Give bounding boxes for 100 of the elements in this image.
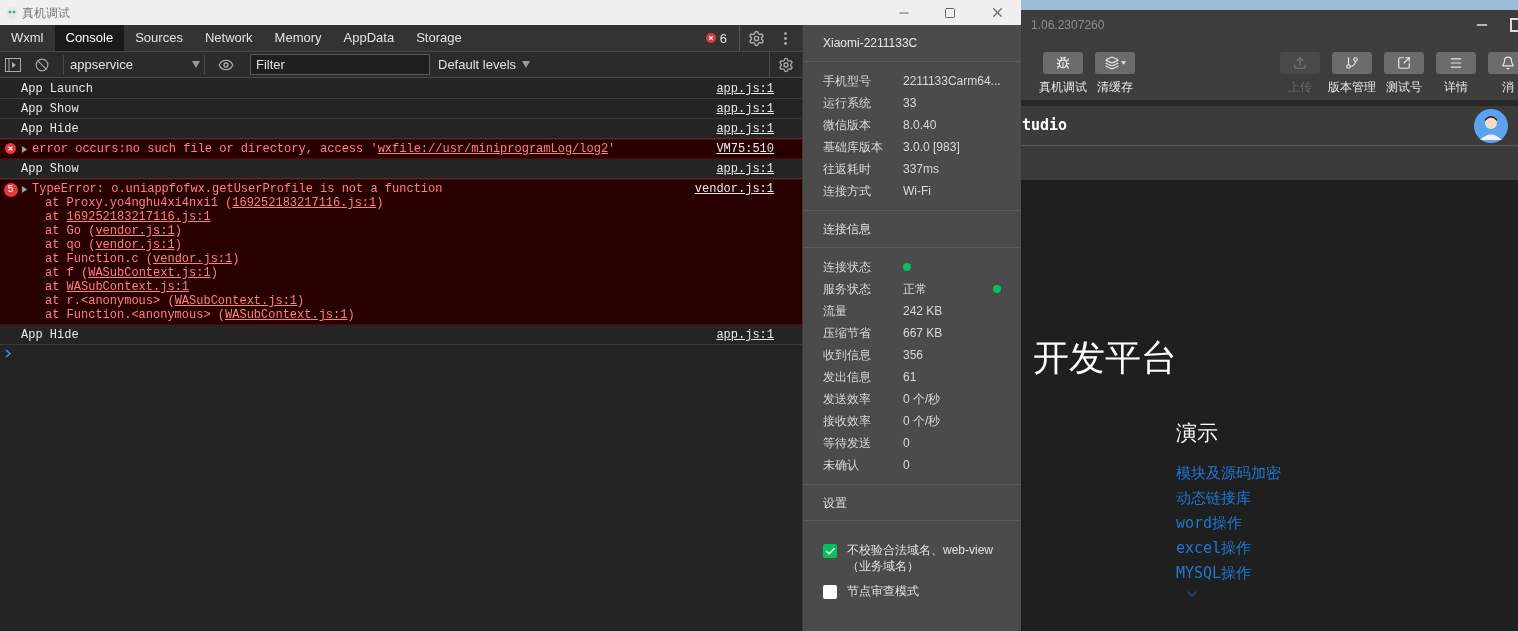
log-message: App Hide xyxy=(21,121,80,138)
info-value: 0 xyxy=(903,435,910,452)
source-link[interactable]: WASubContext.js:1 xyxy=(88,266,211,280)
clear-console-icon[interactable] xyxy=(35,57,49,72)
devtools-tab[interactable]: Memory xyxy=(263,25,333,51)
page-heading: 开发平台 xyxy=(1032,336,1178,380)
info-value: 356 xyxy=(903,347,924,364)
devtools-tab[interactable]: Wxml xyxy=(0,25,55,51)
info-value: 0 个/秒 xyxy=(903,413,941,430)
devtools-tab[interactable]: AppData xyxy=(332,25,406,51)
source-link[interactable]: app.js:1 xyxy=(716,159,774,179)
avatar xyxy=(1474,108,1508,143)
info-label: 接收效率 xyxy=(823,413,872,430)
toolbar-button[interactable] xyxy=(1488,52,1518,74)
source-link[interactable]: WASubContext.js:1 xyxy=(66,280,190,294)
toolbar-label: 详情 xyxy=(1444,79,1468,96)
demo-link[interactable]: 动态链接库 xyxy=(1176,487,1251,509)
toolbar-button[interactable] xyxy=(1384,52,1424,74)
project-title: tudio xyxy=(1021,115,1068,137)
info-value: 0 个/秒 xyxy=(903,391,941,408)
log-message: App Show xyxy=(21,101,80,118)
demo-link[interactable]: excel操作 xyxy=(1176,537,1252,559)
toolbar-button[interactable] xyxy=(1436,52,1476,74)
source-link[interactable]: WASubContext.js:1 xyxy=(225,308,348,322)
close-icon[interactable] xyxy=(990,5,1005,20)
log-levels-dropdown[interactable]: Default levels xyxy=(438,54,531,75)
info-label: 连接方式 xyxy=(823,183,872,200)
info-value: 337ms xyxy=(903,161,940,178)
checkbox-label: 节点审查模式 xyxy=(847,583,920,599)
info-label: 手机型号 xyxy=(823,73,872,90)
checkbox[interactable] xyxy=(823,585,837,599)
app-logo-icon xyxy=(6,6,18,19)
sidebar-toggle-icon[interactable] xyxy=(5,57,21,72)
filter-field[interactable]: Filter xyxy=(250,54,430,75)
checkbox[interactable] xyxy=(823,544,837,558)
devtools-tab[interactable]: Network xyxy=(193,25,264,51)
source-link[interactable]: app.js:1 xyxy=(716,99,774,119)
expand-arrow-icon[interactable] xyxy=(21,145,28,153)
toolbar-button[interactable] xyxy=(1332,52,1372,74)
info-value: 61 xyxy=(903,369,917,386)
devtools-tab[interactable]: Sources xyxy=(124,25,194,51)
info-label: 等待发送 xyxy=(823,435,872,452)
toolbar-label: 版本管理 xyxy=(1328,79,1376,96)
source-link[interactable]: app.js:1 xyxy=(716,79,774,99)
source-link[interactable]: vendor.js:1 xyxy=(95,224,175,238)
demo-link[interactable]: 模块及源码加密 xyxy=(1176,462,1281,484)
source-link[interactable]: 169252183217116.js:1 xyxy=(66,210,211,224)
layers-icon xyxy=(1104,56,1119,70)
source-link[interactable]: 169252183217116.js:1 xyxy=(232,196,377,210)
maximize-icon[interactable] xyxy=(944,6,956,19)
error-icon xyxy=(5,143,16,154)
bell-icon xyxy=(1501,56,1515,70)
info-value: Wi-Fi xyxy=(903,183,931,200)
info-value: 667 KB xyxy=(903,325,943,342)
source-link[interactable]: vendor.js:1 xyxy=(153,252,233,266)
settings-icon[interactable] xyxy=(748,29,765,47)
info-value: 33 xyxy=(903,95,917,112)
info-label: 基础库版本 xyxy=(823,139,884,156)
stack-trace-line: at Go (vendor.js:1) xyxy=(45,224,182,238)
info-value: 242 KB xyxy=(903,303,943,320)
window-title: 真机调试 xyxy=(22,4,70,22)
repeat-count-badge: 5 xyxy=(3,183,18,197)
source-link[interactable]: wxfile://usr/miniprogramLog/log2 xyxy=(377,142,609,156)
settings-icon[interactable] xyxy=(778,56,794,73)
info-label: 收到信息 xyxy=(823,347,872,364)
source-link[interactable]: vendor.js:1 xyxy=(95,238,175,252)
source-link[interactable]: app.js:1 xyxy=(716,325,774,345)
stack-trace-line: at Function.<anonymous> (WASubContext.js:1) xyxy=(45,308,355,322)
source-link[interactable]: vendor.js:1 xyxy=(694,182,774,196)
info-value: 正常 xyxy=(903,281,927,298)
section-heading: 演示 xyxy=(1176,420,1219,446)
external-link-icon xyxy=(1397,56,1411,70)
demo-link[interactable]: word操作 xyxy=(1176,512,1243,534)
checkbox-label: 不校验合法域名、web-view（业务域名） xyxy=(847,542,994,574)
stack-trace-line: at r.<anonymous> (WASubContext.js:1) xyxy=(45,294,305,308)
source-link[interactable]: WASubContext.js:1 xyxy=(174,294,298,308)
toolbar-label: 真机调试 xyxy=(1039,79,1087,96)
context-dropdown[interactable]: appservice xyxy=(63,54,205,75)
info-value: 0 xyxy=(903,457,910,474)
toolbar-button[interactable] xyxy=(1095,52,1135,74)
stack-trace-line: at Function.c (vendor.js:1) xyxy=(45,252,240,266)
error-message: error occurs:no such file or directory, access 'wxfile://usr/miniprogramLog/log2' xyxy=(32,142,616,156)
toolbar-button[interactable] xyxy=(1043,52,1083,74)
demo-link[interactable]: MYSQL操作 xyxy=(1176,562,1252,584)
stack-trace-line: at 169252183217116.js:1 xyxy=(45,210,211,224)
devtools-tab[interactable]: Storage xyxy=(405,25,473,51)
devtools-tab[interactable]: Console xyxy=(54,25,125,51)
info-label: 发出信息 xyxy=(823,369,872,386)
log-message: App Launch xyxy=(21,81,94,98)
error-count[interactable]: 6 xyxy=(719,25,727,52)
info-value: 3.0.0 [983] xyxy=(903,139,960,156)
log-message: App Show xyxy=(21,161,80,178)
device-name: Xiaomi-2211133C xyxy=(823,35,918,52)
expand-arrow-icon[interactable] xyxy=(21,185,28,193)
info-value: 8.0.40 xyxy=(903,117,937,134)
source-link[interactable]: VM75:510 xyxy=(716,142,774,156)
info-label: 服务状态 xyxy=(823,281,872,298)
info-label: 压缩节省 xyxy=(823,325,872,342)
source-link[interactable]: app.js:1 xyxy=(716,119,774,139)
toolbar-label: 清缓存 xyxy=(1097,79,1133,96)
